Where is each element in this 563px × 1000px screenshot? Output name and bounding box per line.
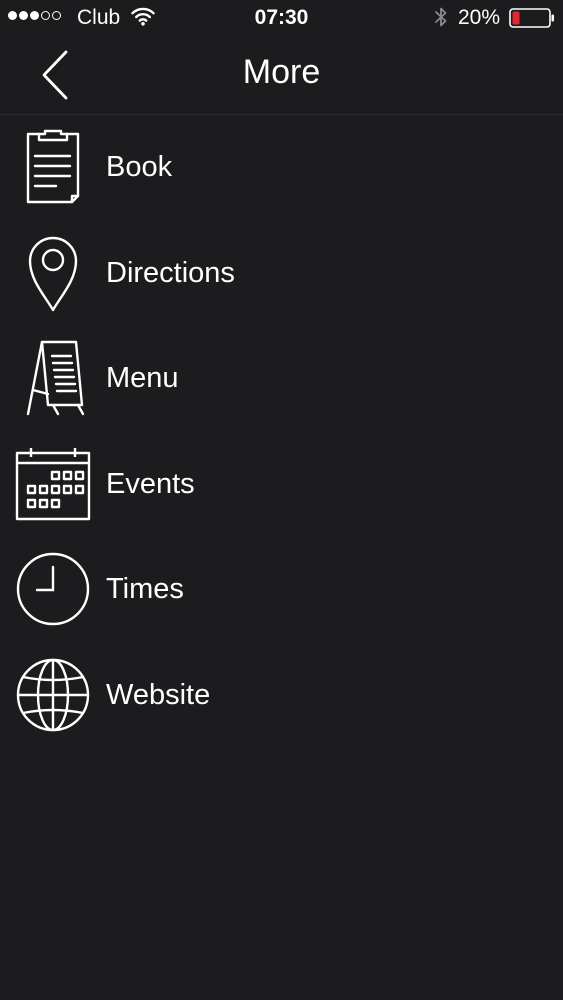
menu-item-directions[interactable]: Directions	[0, 220, 563, 326]
menu-item-events[interactable]: Events	[0, 431, 563, 537]
menu-item-menu[interactable]: Menu	[0, 325, 563, 431]
navigation-bar: More	[0, 36, 563, 115]
menu-item-book[interactable]: Book	[0, 114, 563, 220]
menu-board-icon	[14, 339, 92, 417]
battery-fill	[512, 11, 520, 25]
status-bar: Club 07:30 20%	[0, 0, 563, 36]
map-pin-icon	[14, 234, 92, 312]
clipboard-icon	[14, 128, 92, 206]
calendar-icon	[14, 445, 92, 523]
menu-item-label: Book	[106, 151, 173, 183]
battery-icon	[509, 8, 554, 28]
menu-item-label: Menu	[106, 362, 179, 395]
page-title: More	[242, 53, 321, 91]
menu-item-label: Events	[106, 467, 195, 500]
bluetooth-icon	[435, 7, 447, 27]
menu-item-label: Times	[106, 573, 184, 606]
menu-item-times[interactable]: Times	[0, 536, 563, 642]
menu-item-label: Website	[106, 678, 211, 711]
clock-icon	[14, 550, 92, 628]
globe-icon	[14, 656, 92, 734]
battery-percentage: 20%	[458, 6, 501, 29]
menu-item-website[interactable]: Website	[0, 642, 563, 748]
menu-list: Book Directions Menu Events Times Websit…	[0, 114, 563, 748]
menu-item-label: Directions	[106, 256, 235, 289]
